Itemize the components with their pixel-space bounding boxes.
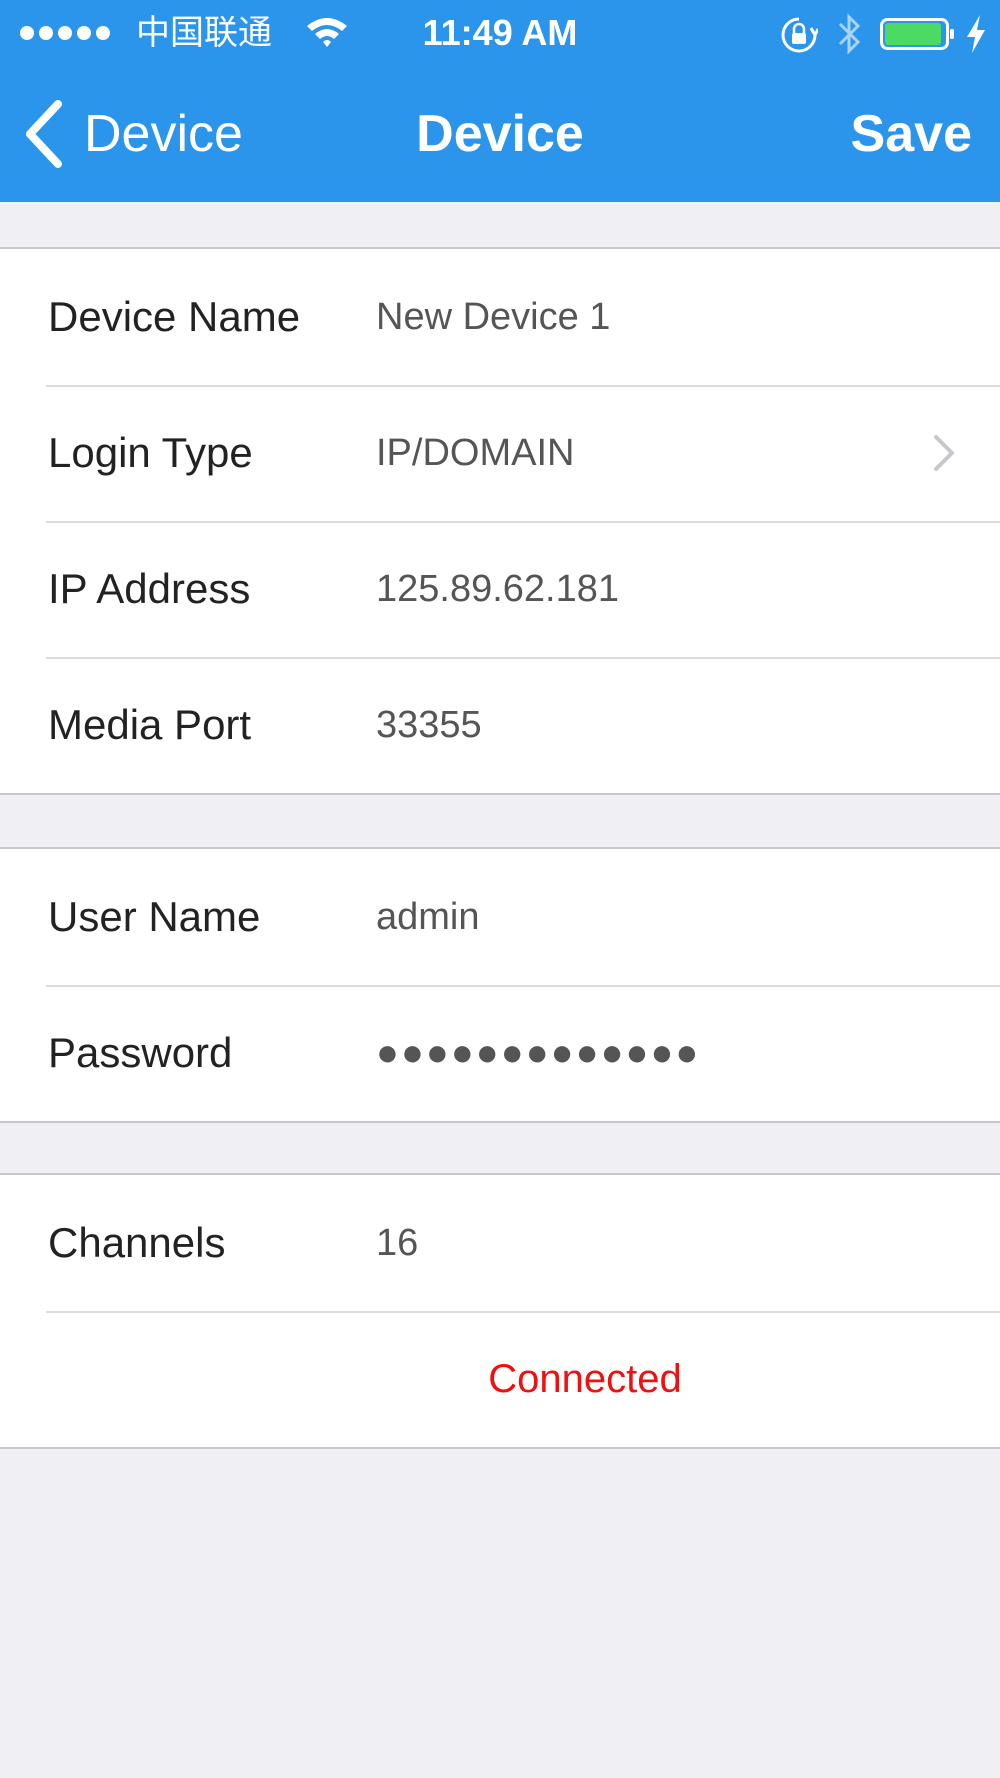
ip-address-field[interactable]: 125.89.62.181 bbox=[376, 521, 936, 657]
login-type-row[interactable]: Login Type IP/DOMAIN bbox=[0, 385, 1000, 521]
media-port-field[interactable]: 33355 bbox=[376, 657, 936, 793]
media-port-label: Media Port bbox=[48, 701, 252, 748]
user-name-row: User Name admin bbox=[0, 849, 1000, 985]
password-label: Password bbox=[48, 1029, 233, 1076]
orientation-lock-icon bbox=[781, 17, 818, 53]
status-bar: 中国联通 11:49 AM bbox=[0, 0, 1000, 66]
connection-settings-group: Device Name New Device 1 Login Type IP/D… bbox=[0, 247, 1000, 795]
device-name-label: Device Name bbox=[48, 293, 301, 340]
credentials-group: User Name admin Password ●●●●●●●●●●●●● bbox=[0, 847, 1000, 1123]
login-type-value: IP/DOMAIN bbox=[376, 432, 575, 474]
password-row: Password ●●●●●●●●●●●●● bbox=[0, 985, 1000, 1121]
bluetooth-icon bbox=[838, 13, 861, 55]
channels-group: Channels 16 Connected bbox=[0, 1173, 1000, 1449]
login-type-label: Login Type bbox=[48, 429, 253, 476]
user-name-label: User Name bbox=[48, 893, 261, 940]
ip-address-label: IP Address bbox=[48, 565, 251, 612]
user-name-field[interactable]: admin bbox=[376, 849, 936, 985]
channels-value: 16 bbox=[376, 1222, 419, 1264]
connection-status-text: Connected bbox=[488, 1357, 682, 1401]
channels-label: Channels bbox=[48, 1219, 226, 1266]
charging-icon bbox=[967, 15, 985, 53]
save-button[interactable]: Save bbox=[851, 94, 972, 174]
device-name-field[interactable]: New Device 1 bbox=[376, 249, 936, 385]
media-port-row: Media Port 33355 bbox=[0, 657, 1000, 793]
navigation-header: 中国联通 11:49 AM Device Device Save bbox=[0, 0, 1000, 202]
chevron-right-icon bbox=[934, 435, 954, 471]
password-field[interactable]: ●●●●●●●●●●●●● bbox=[376, 985, 936, 1121]
battery-icon bbox=[880, 18, 954, 50]
ip-address-row: IP Address 125.89.62.181 bbox=[0, 521, 1000, 657]
channels-row: Channels 16 bbox=[0, 1175, 1000, 1311]
connection-status-row: Connected bbox=[0, 1311, 1000, 1447]
device-name-row: Device Name New Device 1 bbox=[0, 249, 1000, 385]
